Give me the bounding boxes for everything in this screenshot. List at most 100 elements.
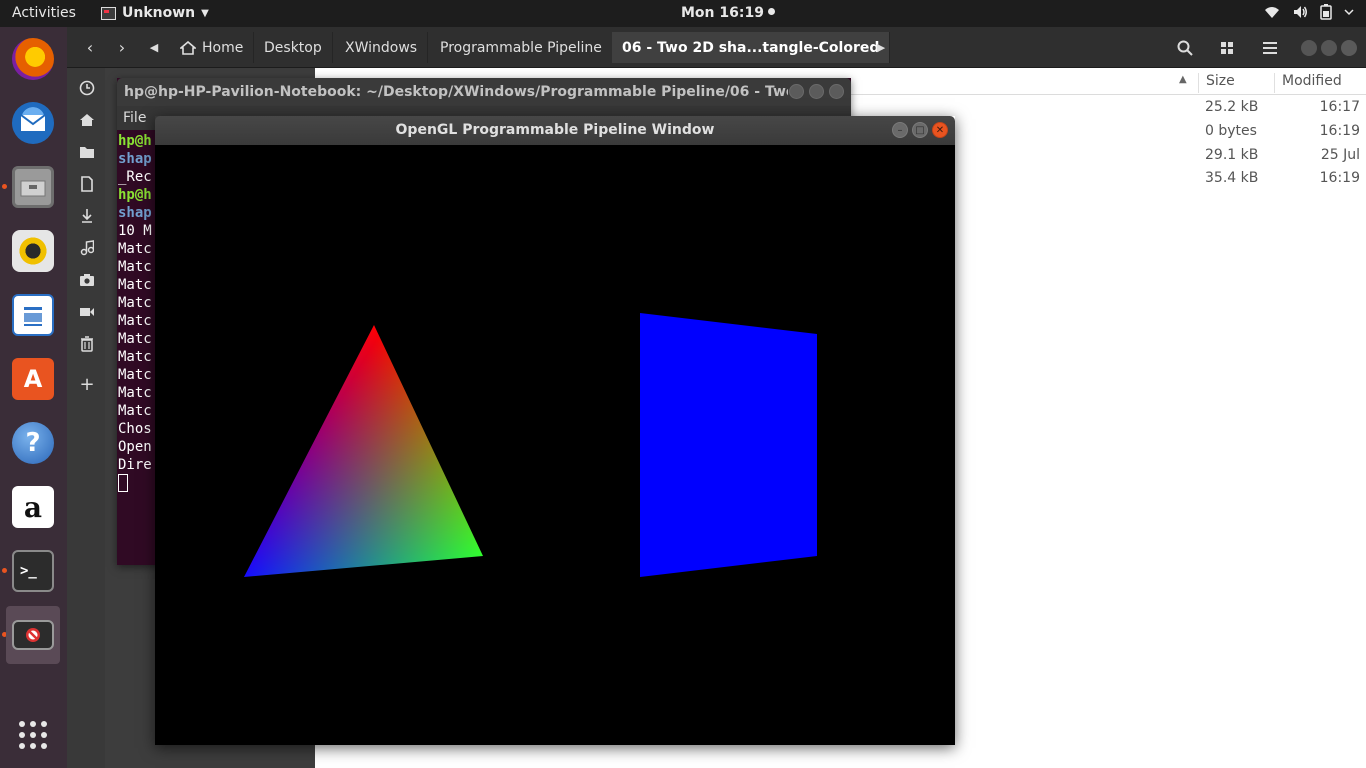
back-button[interactable]: ‹ bbox=[75, 34, 105, 61]
file-modified: 25 Jul bbox=[1320, 147, 1360, 163]
chevron-down-icon bbox=[1344, 9, 1354, 16]
dock-item-thunderbird[interactable] bbox=[6, 96, 60, 150]
rhythmbox-icon bbox=[12, 230, 54, 272]
breadcrumb-label: Desktop bbox=[264, 39, 322, 56]
thunderbird-icon bbox=[12, 102, 54, 144]
places-sidebar: + bbox=[67, 68, 105, 768]
opengl-window: OpenGL Programmable Pipeline Window – □ … bbox=[155, 116, 955, 745]
triangle-right-icon: ▶ bbox=[876, 41, 886, 54]
dock-item-files[interactable] bbox=[6, 160, 60, 214]
terminal-title: hp@hp-HP-Pavilion-Notebook: ~/Desktop/XW… bbox=[124, 84, 788, 100]
writer-icon bbox=[12, 294, 54, 336]
menu-button[interactable] bbox=[1256, 34, 1284, 61]
app-menu-label: Unknown bbox=[122, 5, 196, 21]
breadcrumb-label: Programmable Pipeline bbox=[440, 39, 602, 56]
recent-icon[interactable] bbox=[77, 78, 97, 98]
breadcrumb-label: XWindows bbox=[345, 39, 418, 56]
volume-icon bbox=[1294, 6, 1307, 18]
dock-item-writer[interactable] bbox=[6, 288, 60, 342]
app-menu[interactable]: Unknown ▼ bbox=[101, 5, 209, 21]
dock-item-firefox[interactable] bbox=[6, 32, 60, 86]
dock-item-opengl-window[interactable] bbox=[6, 606, 60, 664]
chevron-down-icon: ▼ bbox=[201, 7, 209, 19]
search-icon bbox=[1177, 40, 1193, 56]
file-modified: 16:19 bbox=[1319, 170, 1360, 186]
chevron-left-icon: ‹ bbox=[86, 38, 94, 57]
file-size: 0 bytes bbox=[1205, 123, 1257, 139]
videos-icon[interactable] bbox=[77, 302, 97, 322]
files-icon bbox=[12, 166, 54, 208]
show-applications-button[interactable] bbox=[6, 708, 60, 762]
software-center-icon: A bbox=[12, 358, 54, 400]
notification-dot-icon bbox=[767, 8, 775, 15]
minimize-button[interactable] bbox=[1301, 40, 1317, 56]
music-icon[interactable] bbox=[77, 238, 97, 258]
dock-item-help[interactable]: ? bbox=[6, 416, 60, 470]
system-tray[interactable] bbox=[1264, 4, 1354, 20]
minimize-button[interactable] bbox=[789, 84, 804, 99]
clock-label: Mon 16:19 bbox=[681, 5, 764, 21]
breadcrumb-label: 06 - Two 2D sha...tangle-Colored bbox=[622, 39, 880, 56]
opengl-canvas[interactable] bbox=[155, 145, 955, 745]
breadcrumb-current-folder[interactable]: 06 - Two 2D sha...tangle-Colored bbox=[612, 32, 891, 63]
maximize-button[interactable] bbox=[809, 84, 824, 99]
trash-icon[interactable] bbox=[77, 334, 97, 354]
opengl-scene bbox=[244, 313, 817, 577]
column-modified[interactable]: Modified bbox=[1274, 73, 1364, 93]
downloads-icon[interactable] bbox=[77, 206, 97, 226]
breadcrumb-programmable-pipeline[interactable]: Programmable Pipeline bbox=[430, 32, 613, 63]
menu-file[interactable]: File bbox=[123, 110, 146, 126]
terminal-titlebar[interactable]: hp@hp-HP-Pavilion-Notebook: ~/Desktop/XW… bbox=[117, 78, 851, 106]
breadcrumb-xwindows[interactable]: XWindows bbox=[335, 32, 429, 63]
clock[interactable]: Mon 16:19 bbox=[681, 5, 775, 21]
top-bar: Activities Unknown ▼ Mon 16:19 bbox=[0, 0, 1366, 27]
breadcrumb-desktop[interactable]: Desktop bbox=[254, 32, 333, 63]
close-button[interactable]: ✕ bbox=[932, 122, 948, 138]
battery-icon bbox=[1320, 4, 1332, 20]
hamburger-menu-icon bbox=[1263, 41, 1277, 54]
dock-item-terminal[interactable]: >_ bbox=[6, 544, 60, 598]
app-grid-icon bbox=[19, 721, 47, 749]
pictures-icon[interactable] bbox=[77, 270, 97, 290]
maximize-button[interactable]: □ bbox=[912, 122, 928, 138]
close-button[interactable] bbox=[1341, 40, 1357, 56]
firefox-icon bbox=[12, 38, 54, 80]
opengl-titlebar[interactable]: OpenGL Programmable Pipeline Window – □ … bbox=[155, 116, 955, 145]
help-icon: ? bbox=[12, 422, 54, 464]
terminal-icon: >_ bbox=[12, 550, 54, 592]
file-modified: 16:19 bbox=[1319, 123, 1360, 139]
folder-icon[interactable] bbox=[77, 142, 97, 162]
documents-icon[interactable] bbox=[77, 174, 97, 194]
amazon-icon: a bbox=[12, 486, 54, 528]
forward-button[interactable]: › bbox=[107, 34, 137, 61]
dock-item-software[interactable]: A bbox=[6, 352, 60, 406]
dock-item-rhythmbox[interactable] bbox=[6, 224, 60, 278]
terminal-cursor bbox=[118, 474, 128, 492]
close-button[interactable] bbox=[829, 84, 844, 99]
file-size: 25.2 kB bbox=[1205, 99, 1259, 115]
home-icon[interactable] bbox=[77, 110, 97, 130]
opengl-window-title: OpenGL Programmable Pipeline Window bbox=[395, 122, 715, 138]
breadcrumb-label: Home bbox=[202, 39, 244, 56]
triangle-left-icon: ◀ bbox=[149, 41, 159, 54]
app-menu-icon bbox=[101, 6, 116, 20]
activities-button[interactable]: Activities bbox=[12, 5, 76, 21]
dock-item-amazon[interactable]: a bbox=[6, 480, 60, 534]
colored-triangle bbox=[244, 325, 483, 577]
file-size: 29.1 kB bbox=[1205, 147, 1259, 163]
view-toggle-button[interactable] bbox=[1213, 34, 1241, 61]
sort-ascending-icon: ▲ bbox=[1179, 74, 1187, 85]
minimize-button[interactable]: – bbox=[892, 122, 908, 138]
dock: A ? a >_ bbox=[0, 27, 67, 768]
add-location-icon[interactable]: + bbox=[77, 374, 97, 395]
breadcrumb-scroll-right[interactable]: ▶ bbox=[873, 34, 889, 61]
breadcrumb-home[interactable]: Home bbox=[170, 32, 255, 63]
column-size[interactable]: Size bbox=[1198, 73, 1274, 93]
maximize-button[interactable] bbox=[1321, 40, 1337, 56]
file-size: 35.4 kB bbox=[1205, 170, 1259, 186]
breadcrumb-scroll-left[interactable]: ◀ bbox=[146, 34, 162, 61]
search-button[interactable] bbox=[1171, 34, 1199, 61]
blue-rectangle bbox=[640, 313, 817, 577]
file-manager-headerbar: ‹ › ◀ Home Desktop XWindows Programmable… bbox=[67, 27, 1366, 68]
file-modified: 16:17 bbox=[1319, 99, 1360, 115]
